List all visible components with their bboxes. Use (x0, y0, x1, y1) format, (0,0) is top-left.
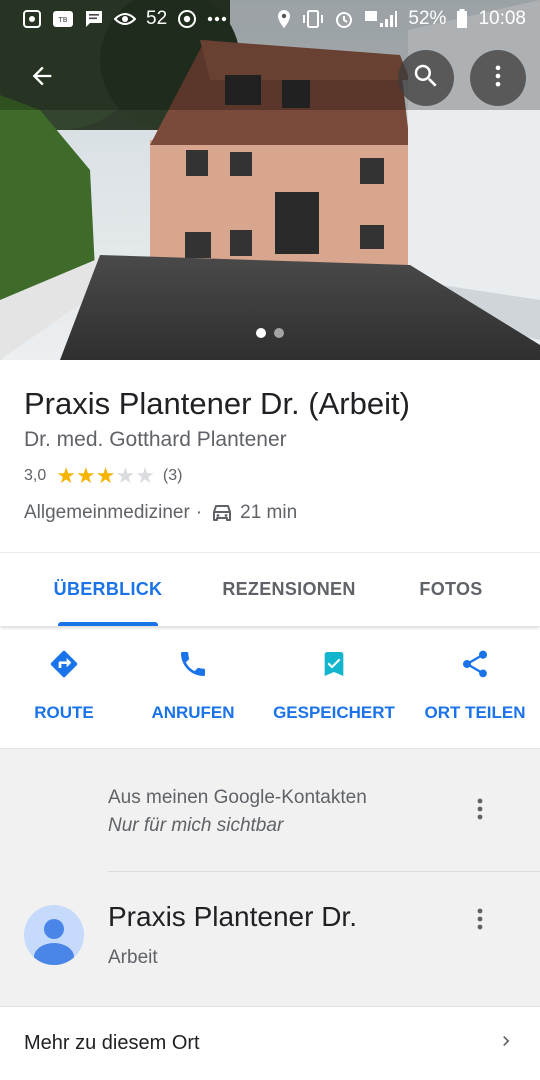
photo-pager (0, 328, 540, 338)
rating-row[interactable]: 3,0 ★ ★ ★ ★ ★ (3) (24, 464, 516, 488)
star-filled-icon: ★ (75, 463, 96, 488)
location-icon (276, 9, 292, 29)
contacts-header-title: Aus meinen Google-Kontakten (108, 787, 367, 808)
more-about-place-label: Mehr zu diesem Ort (24, 1032, 200, 1054)
search-button[interactable] (398, 50, 454, 106)
place-info: Praxis Plantener Dr. (Arbeit) Dr. med. G… (0, 360, 540, 552)
battery-percent: 52% (408, 8, 447, 29)
place-title: Praxis Plantener Dr. (Arbeit) (24, 386, 410, 421)
contact-label: Arbeit (108, 947, 158, 968)
phone-icon (177, 648, 209, 685)
tab-overview[interactable]: ÜBERBLICK (0, 553, 216, 626)
vibrate-icon (302, 9, 324, 29)
battery-icon (456, 9, 468, 29)
star-empty-icon: ★ (135, 463, 155, 488)
place-photo[interactable] (0, 0, 540, 360)
contact-name[interactable]: Praxis Plantener Dr. (108, 901, 357, 933)
arrow-back-icon (28, 62, 56, 95)
star-filled-icon: ★ (95, 463, 116, 488)
toon-blast-icon (22, 9, 42, 29)
contacts-divider (108, 871, 540, 872)
more-vert-icon (484, 62, 512, 95)
meta-row: Allgemeinmediziner · 21 min (24, 502, 516, 524)
back-button[interactable] (14, 50, 70, 106)
photo-dot-active[interactable] (256, 328, 266, 338)
route-button[interactable]: ROUTE (0, 626, 128, 748)
share-label: ORT TEILEN (424, 703, 526, 722)
svg-text:TB: TB (57, 16, 67, 24)
search-icon (411, 61, 441, 96)
share-icon (459, 648, 491, 685)
alarm-icon (334, 9, 354, 29)
review-count: (3) (162, 467, 183, 484)
contact-more-button[interactable] (468, 901, 492, 941)
rating-value: 3,0 (24, 467, 47, 484)
saved-button[interactable]: GESPEICHERT (258, 626, 410, 748)
saved-label: GESPEICHERT (273, 703, 395, 722)
app-icon: TB (52, 9, 74, 29)
place-subtitle: Dr. med. Gotthard Plantener (24, 428, 287, 451)
meta-separator: · (195, 502, 203, 523)
more-options-button[interactable] (470, 50, 526, 106)
route-label: ROUTE (34, 703, 94, 722)
photo-building (0, 0, 540, 360)
more-vert-icon (477, 907, 483, 936)
drive-time: 21 min (240, 502, 298, 523)
car-icon (210, 502, 234, 524)
rating-stars: ★ ★ ★ ★ ★ (56, 465, 155, 487)
chevron-right-icon (496, 1031, 516, 1056)
clock: 10:08 (478, 8, 526, 29)
directions-icon (48, 648, 80, 685)
more-notifications-icon (207, 16, 227, 22)
tab-photos[interactable]: FOTOS (362, 553, 540, 626)
contacts-header-subtitle: Nur für mich sichtbar (108, 815, 284, 836)
bookmark-check-icon (318, 648, 350, 685)
action-bar: ROUTE ANRUFEN GESPEICHERT ORT TEILEN (0, 626, 540, 748)
hd-signal-icon (364, 9, 398, 29)
status-bar-right: 52% 10:08 (276, 8, 526, 30)
tab-reviews[interactable]: REZENSIONEN (216, 553, 362, 626)
star-empty-icon: ★ (115, 463, 136, 488)
contacts-header: Aus meinen Google-Kontakten Nur für mich… (108, 787, 367, 837)
eye-icon (114, 11, 136, 27)
contacts-more-button[interactable] (468, 791, 492, 831)
call-button[interactable]: ANRUFEN (128, 626, 258, 748)
photo-dot[interactable] (274, 328, 284, 338)
place-category: Allgemeinmediziner (24, 502, 190, 523)
notification-count: 52 (146, 8, 168, 29)
person-icon (34, 919, 74, 965)
status-bar-left: TB 52 (22, 8, 227, 30)
chrome-icon (177, 9, 197, 29)
contacts-section: Aus meinen Google-Kontakten Nur für mich… (0, 748, 540, 1006)
avatar (24, 905, 84, 965)
call-label: ANRUFEN (151, 703, 235, 722)
status-bar: TB 52 52% 10:08 (0, 0, 540, 38)
more-vert-icon (477, 797, 483, 826)
message-icon (84, 9, 104, 29)
share-button[interactable]: ORT TEILEN (410, 626, 540, 748)
star-filled-icon: ★ (56, 463, 76, 488)
tab-bar: ÜBERBLICK REZENSIONEN FOTOS (0, 552, 540, 626)
more-about-place-row[interactable]: Mehr zu diesem Ort (0, 1006, 540, 1080)
